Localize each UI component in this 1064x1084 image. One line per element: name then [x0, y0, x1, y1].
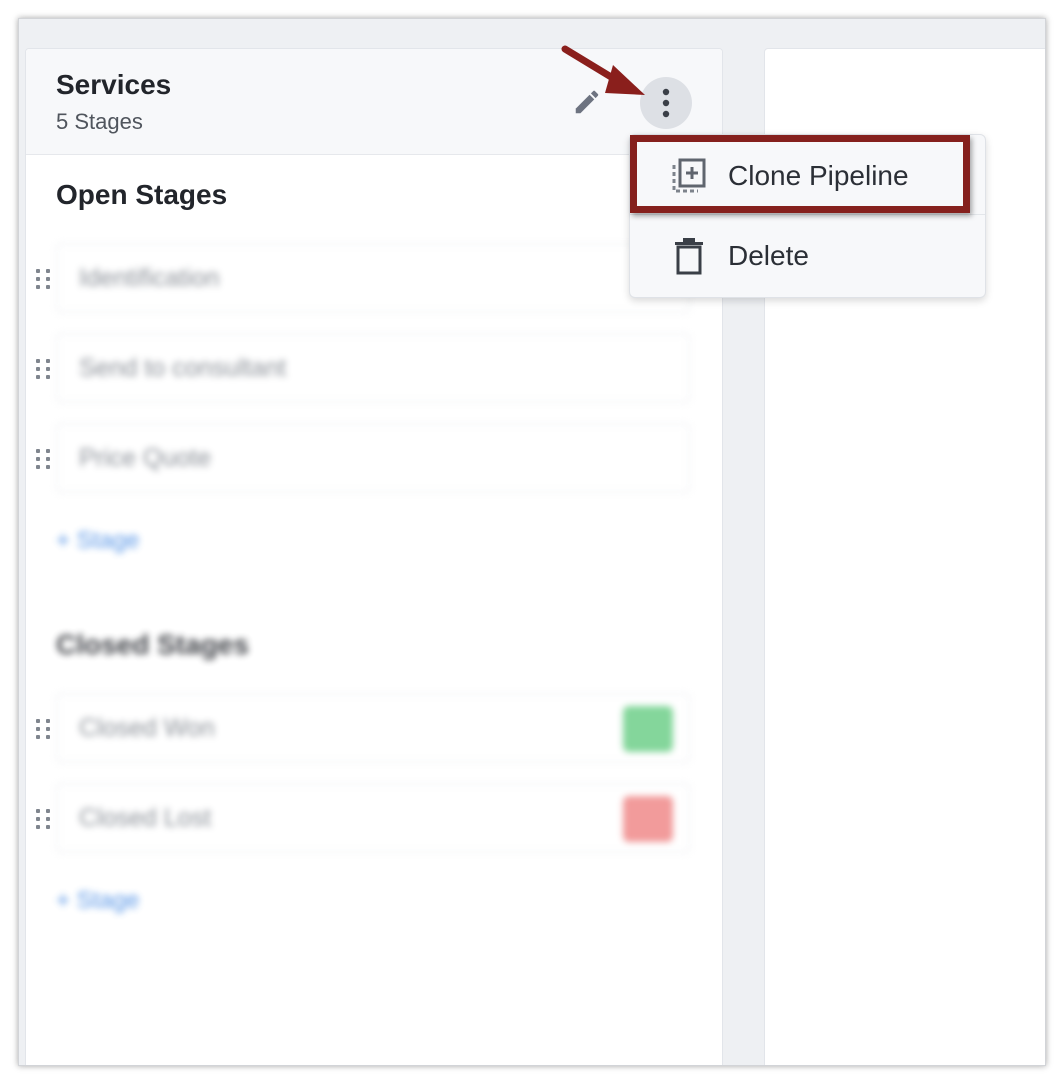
delete-label: Delete	[728, 240, 809, 271]
drag-handle-icon[interactable]	[36, 353, 52, 385]
open-stage-row[interactable]: Price Quote	[56, 423, 690, 493]
closed-stages-title: Closed Stages	[56, 629, 249, 660]
drag-handle-icon[interactable]	[36, 443, 52, 475]
stage-name: Closed Lost	[79, 804, 212, 832]
closed-stage-row[interactable]: Closed Lost	[56, 783, 690, 853]
pipeline-name: Services	[56, 69, 172, 100]
open-stage-row[interactable]: Send to consultant	[56, 333, 690, 403]
stage-name: Price Quote	[79, 444, 212, 472]
drag-handle-icon[interactable]	[36, 263, 52, 295]
trash-icon	[670, 236, 708, 276]
menu-divider	[630, 214, 985, 215]
stage-name: Send to consultant	[79, 354, 287, 382]
delete-menu-item[interactable]: Delete	[630, 217, 985, 295]
won-status-icon	[623, 706, 673, 752]
highlight-annotation	[630, 135, 970, 213]
open-stage-row[interactable]: Identification	[56, 243, 690, 313]
annotation-arrow-icon	[561, 45, 645, 95]
closed-stage-row[interactable]: Closed Won	[56, 693, 690, 763]
drag-handle-icon[interactable]	[36, 713, 52, 745]
add-closed-stage-link[interactable]: + Stage	[56, 887, 139, 915]
lost-status-icon	[623, 796, 673, 842]
pipeline-panel: Services 5 Stages Open Stages Identifica…	[25, 48, 723, 1065]
more-vertical-icon	[662, 88, 670, 118]
stage-name: Closed Won	[79, 714, 215, 742]
drag-handle-icon[interactable]	[36, 803, 52, 835]
stage-name: Identification	[79, 264, 220, 292]
pipeline-stage-count: 5 Stages	[56, 109, 143, 134]
open-stages-title: Open Stages	[56, 179, 228, 210]
add-open-stage-link[interactable]: + Stage	[56, 527, 139, 555]
screenshot-frame: Services 5 Stages Open Stages Identifica…	[18, 18, 1046, 1066]
